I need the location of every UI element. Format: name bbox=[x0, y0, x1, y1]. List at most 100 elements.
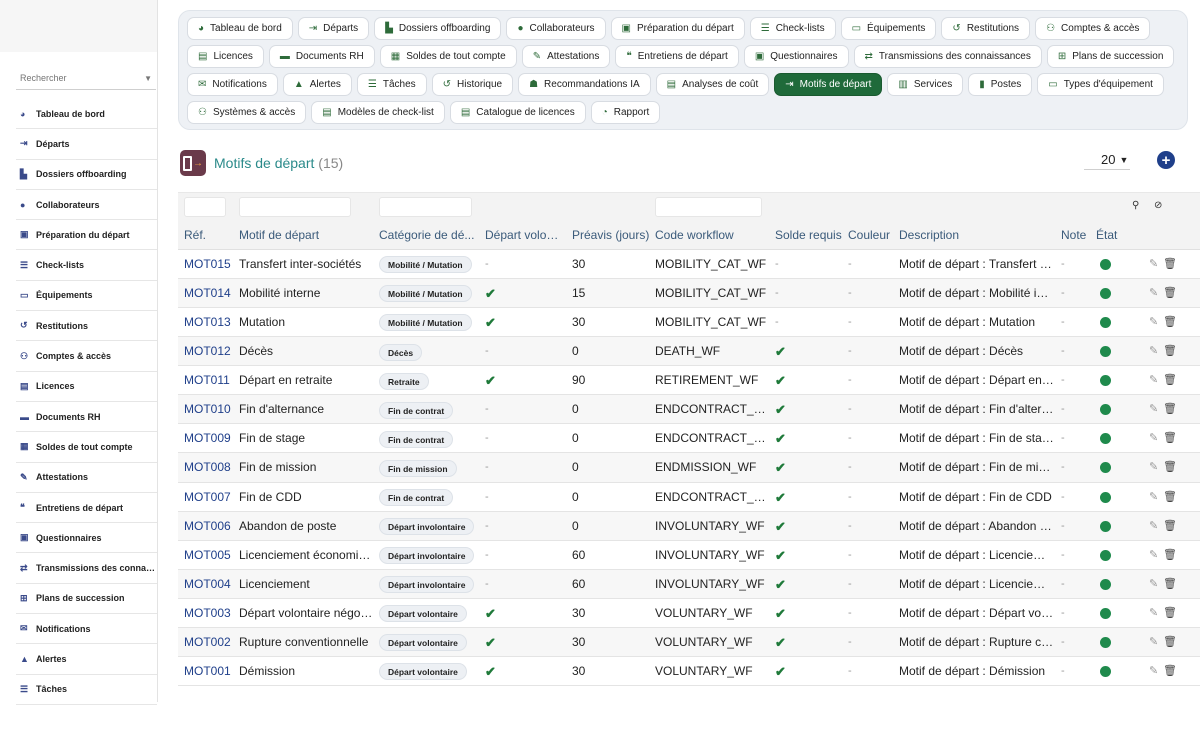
edit-icon[interactable]: ✎ bbox=[1149, 628, 1158, 657]
nav-chip[interactable]: ☰ Tâches bbox=[356, 73, 427, 96]
sidebar-item[interactable]: ▦ Soldes de tout compte bbox=[16, 432, 157, 463]
nav-chip[interactable]: ⊞ Plans de succession bbox=[1046, 45, 1175, 68]
sidebar-item[interactable]: ☰ Tâches bbox=[16, 675, 157, 705]
delete-icon[interactable]: 🗑 bbox=[1163, 453, 1177, 482]
clear-filter-icon[interactable]: ⊘ bbox=[1154, 200, 1162, 211]
sidebar-item[interactable]: ⚇ Comptes & accès bbox=[16, 341, 157, 372]
table-row[interactable]: MOT001 Démission Départ volontaire ✔ 30 VOLUN… bbox=[178, 657, 1200, 686]
sidebar-item[interactable]: ⇥ Départs bbox=[16, 129, 157, 160]
nav-chip[interactable]: ▙ Dossiers offboarding bbox=[374, 17, 502, 40]
filter-ref[interactable] bbox=[184, 197, 226, 217]
table-row[interactable]: MOT002 Rupture conventionnelle Départ volo… bbox=[178, 627, 1200, 657]
column-header[interactable]: État bbox=[1096, 220, 1136, 250]
sidebar-item[interactable]: ▲ Alertes bbox=[16, 644, 157, 675]
column-header[interactable]: Départ volon... bbox=[485, 220, 563, 250]
table-row[interactable]: MOT011 Départ en retraite Retraite ✔ 90 RETIR… bbox=[178, 366, 1200, 396]
sidebar-item[interactable]: ▭ Équipements bbox=[16, 281, 157, 312]
sidebar-item[interactable]: ▣ Préparation du départ bbox=[16, 220, 157, 251]
delete-icon[interactable]: 🗑 bbox=[1163, 570, 1177, 599]
ref-link[interactable]: MOT002 bbox=[184, 628, 234, 657]
table-row[interactable]: MOT012 Décès Décès - 0 DEATH_WF ✔ - Motif de dép… bbox=[178, 337, 1200, 367]
edit-icon[interactable]: ✎ bbox=[1149, 250, 1158, 279]
column-header[interactable]: Code workflow bbox=[655, 220, 770, 250]
table-row[interactable]: MOT010 Fin d'alternance Fin de contrat - 0 EN… bbox=[178, 395, 1200, 425]
delete-icon[interactable]: 🗑 bbox=[1163, 308, 1177, 337]
sidebar-item[interactable]: ↺ Restitutions bbox=[16, 311, 157, 342]
nav-chip[interactable]: ▬ Documents RH bbox=[268, 45, 375, 68]
delete-icon[interactable]: 🗑 bbox=[1163, 512, 1177, 541]
nav-chip[interactable]: ❝ Entretiens de départ bbox=[615, 45, 739, 68]
table-row[interactable]: MOT015 Transfert inter-sociétés Mobilité /… bbox=[178, 250, 1200, 280]
sidebar-item[interactable]: ⇄ Transmissions des connaissances bbox=[16, 553, 157, 584]
nav-chip[interactable]: ▥ Services bbox=[887, 73, 964, 96]
nav-chip[interactable]: ▤ Modèles de check-list bbox=[311, 101, 445, 124]
delete-icon[interactable]: 🗑 bbox=[1163, 483, 1177, 512]
nav-chip[interactable]: ▤ Analyses de coût bbox=[655, 73, 770, 96]
nav-chip[interactable]: ◔ Rapport bbox=[590, 101, 661, 124]
sidebar-item[interactable]: ● Collaborateurs bbox=[16, 190, 157, 221]
edit-icon[interactable]: ✎ bbox=[1149, 366, 1158, 395]
table-row[interactable]: MOT013 Mutation Mobilité / Mutation ✔ 30 MOBI… bbox=[178, 308, 1200, 338]
delete-icon[interactable]: 🗑 bbox=[1163, 279, 1177, 308]
sidebar-item[interactable]: ✎ Attestations bbox=[16, 463, 157, 493]
filter-motif[interactable] bbox=[239, 197, 351, 217]
filter-categorie[interactable] bbox=[379, 197, 472, 217]
column-header[interactable]: Solde requis bbox=[775, 220, 843, 250]
sidebar-item[interactable]: ▙ Dossiers offboarding bbox=[16, 160, 157, 190]
sidebar-item[interactable]: ▬ Documents RH bbox=[16, 402, 157, 433]
delete-icon[interactable]: 🗑 bbox=[1163, 250, 1177, 279]
nav-chip[interactable]: ⚇ Comptes & accès bbox=[1035, 17, 1151, 40]
delete-icon[interactable]: 🗑 bbox=[1163, 366, 1177, 395]
edit-icon[interactable]: ✎ bbox=[1149, 424, 1158, 453]
column-header[interactable]: Note bbox=[1061, 220, 1091, 250]
column-header[interactable]: Préavis (jours) bbox=[572, 220, 650, 250]
sidebar-search[interactable]: ▼ bbox=[16, 68, 156, 90]
ref-link[interactable]: MOT009 bbox=[184, 424, 234, 453]
table-row[interactable]: MOT005 Licenciement économique Départ invo… bbox=[178, 541, 1200, 570]
edit-icon[interactable]: ✎ bbox=[1149, 337, 1158, 366]
edit-icon[interactable]: ✎ bbox=[1149, 395, 1158, 424]
nav-chip[interactable]: ▣ Préparation du départ bbox=[610, 17, 745, 40]
sidebar-item[interactable]: ▣ Questionnaires bbox=[16, 523, 157, 554]
column-header[interactable]: Couleur bbox=[848, 220, 893, 250]
page-size-select[interactable]: 20 ▼ bbox=[1084, 150, 1130, 170]
table-row[interactable]: MOT004 Licenciement Départ involontaire -60… bbox=[178, 569, 1200, 599]
table-row[interactable]: MOT014 Mobilité interne Mobilité / Mutatio… bbox=[178, 279, 1200, 309]
column-header[interactable]: Réf. bbox=[184, 220, 234, 250]
nav-chip[interactable]: ◕ Tableau de bord bbox=[187, 17, 293, 40]
nav-chip[interactable]: ☰ Check-lists bbox=[749, 17, 836, 40]
filter-workflow[interactable] bbox=[655, 197, 762, 217]
ref-link[interactable]: MOT003 bbox=[184, 599, 234, 628]
nav-chip[interactable]: ▣ Questionnaires bbox=[743, 45, 849, 68]
ref-link[interactable]: MOT008 bbox=[184, 453, 234, 482]
table-row[interactable]: MOT009 Fin de stage Fin de contrat - 0 ENDCON… bbox=[178, 424, 1200, 454]
delete-icon[interactable]: 🗑 bbox=[1163, 628, 1177, 657]
nav-chip[interactable]: ▤ Licences bbox=[187, 45, 264, 68]
delete-icon[interactable]: 🗑 bbox=[1163, 541, 1177, 570]
table-row[interactable]: MOT003 Départ volontaire négocié Départ vo… bbox=[178, 599, 1200, 628]
nav-chip[interactable]: ✉ Notifications bbox=[187, 73, 278, 96]
ref-link[interactable]: MOT013 bbox=[184, 308, 234, 337]
nav-chip[interactable]: ⇥ Motifs de départ bbox=[774, 73, 883, 96]
ref-link[interactable]: MOT012 bbox=[184, 337, 234, 366]
delete-icon[interactable]: 🗑 bbox=[1163, 424, 1177, 453]
column-header[interactable]: Description bbox=[899, 220, 1054, 250]
nav-chip[interactable]: ● Collaborateurs bbox=[506, 17, 606, 40]
ref-link[interactable]: MOT007 bbox=[184, 483, 234, 512]
edit-icon[interactable]: ✎ bbox=[1149, 541, 1158, 570]
nav-chip[interactable]: ▮ Postes bbox=[968, 73, 1033, 96]
sidebar-item[interactable]: ◕ Tableau de bord bbox=[16, 99, 157, 130]
ref-link[interactable]: MOT001 bbox=[184, 657, 234, 686]
ref-link[interactable]: MOT006 bbox=[184, 512, 234, 541]
ref-link[interactable]: MOT015 bbox=[184, 250, 234, 279]
column-header[interactable]: Catégorie de dé... bbox=[379, 220, 479, 250]
nav-chip[interactable]: ↺ Restitutions bbox=[941, 17, 1031, 40]
edit-icon[interactable]: ✎ bbox=[1149, 599, 1158, 628]
nav-chip[interactable]: ▲ Alertes bbox=[282, 73, 352, 96]
sidebar-item[interactable]: ▤ Licences bbox=[16, 372, 157, 402]
nav-chip[interactable]: ⚇ Systèmes & accès bbox=[187, 101, 307, 124]
ref-link[interactable]: MOT004 bbox=[184, 570, 234, 599]
ref-link[interactable]: MOT011 bbox=[184, 366, 234, 395]
column-header[interactable]: Motif de départ bbox=[239, 220, 374, 250]
table-row[interactable]: MOT008 Fin de mission Fin de mission - 0 ENDM… bbox=[178, 453, 1200, 483]
